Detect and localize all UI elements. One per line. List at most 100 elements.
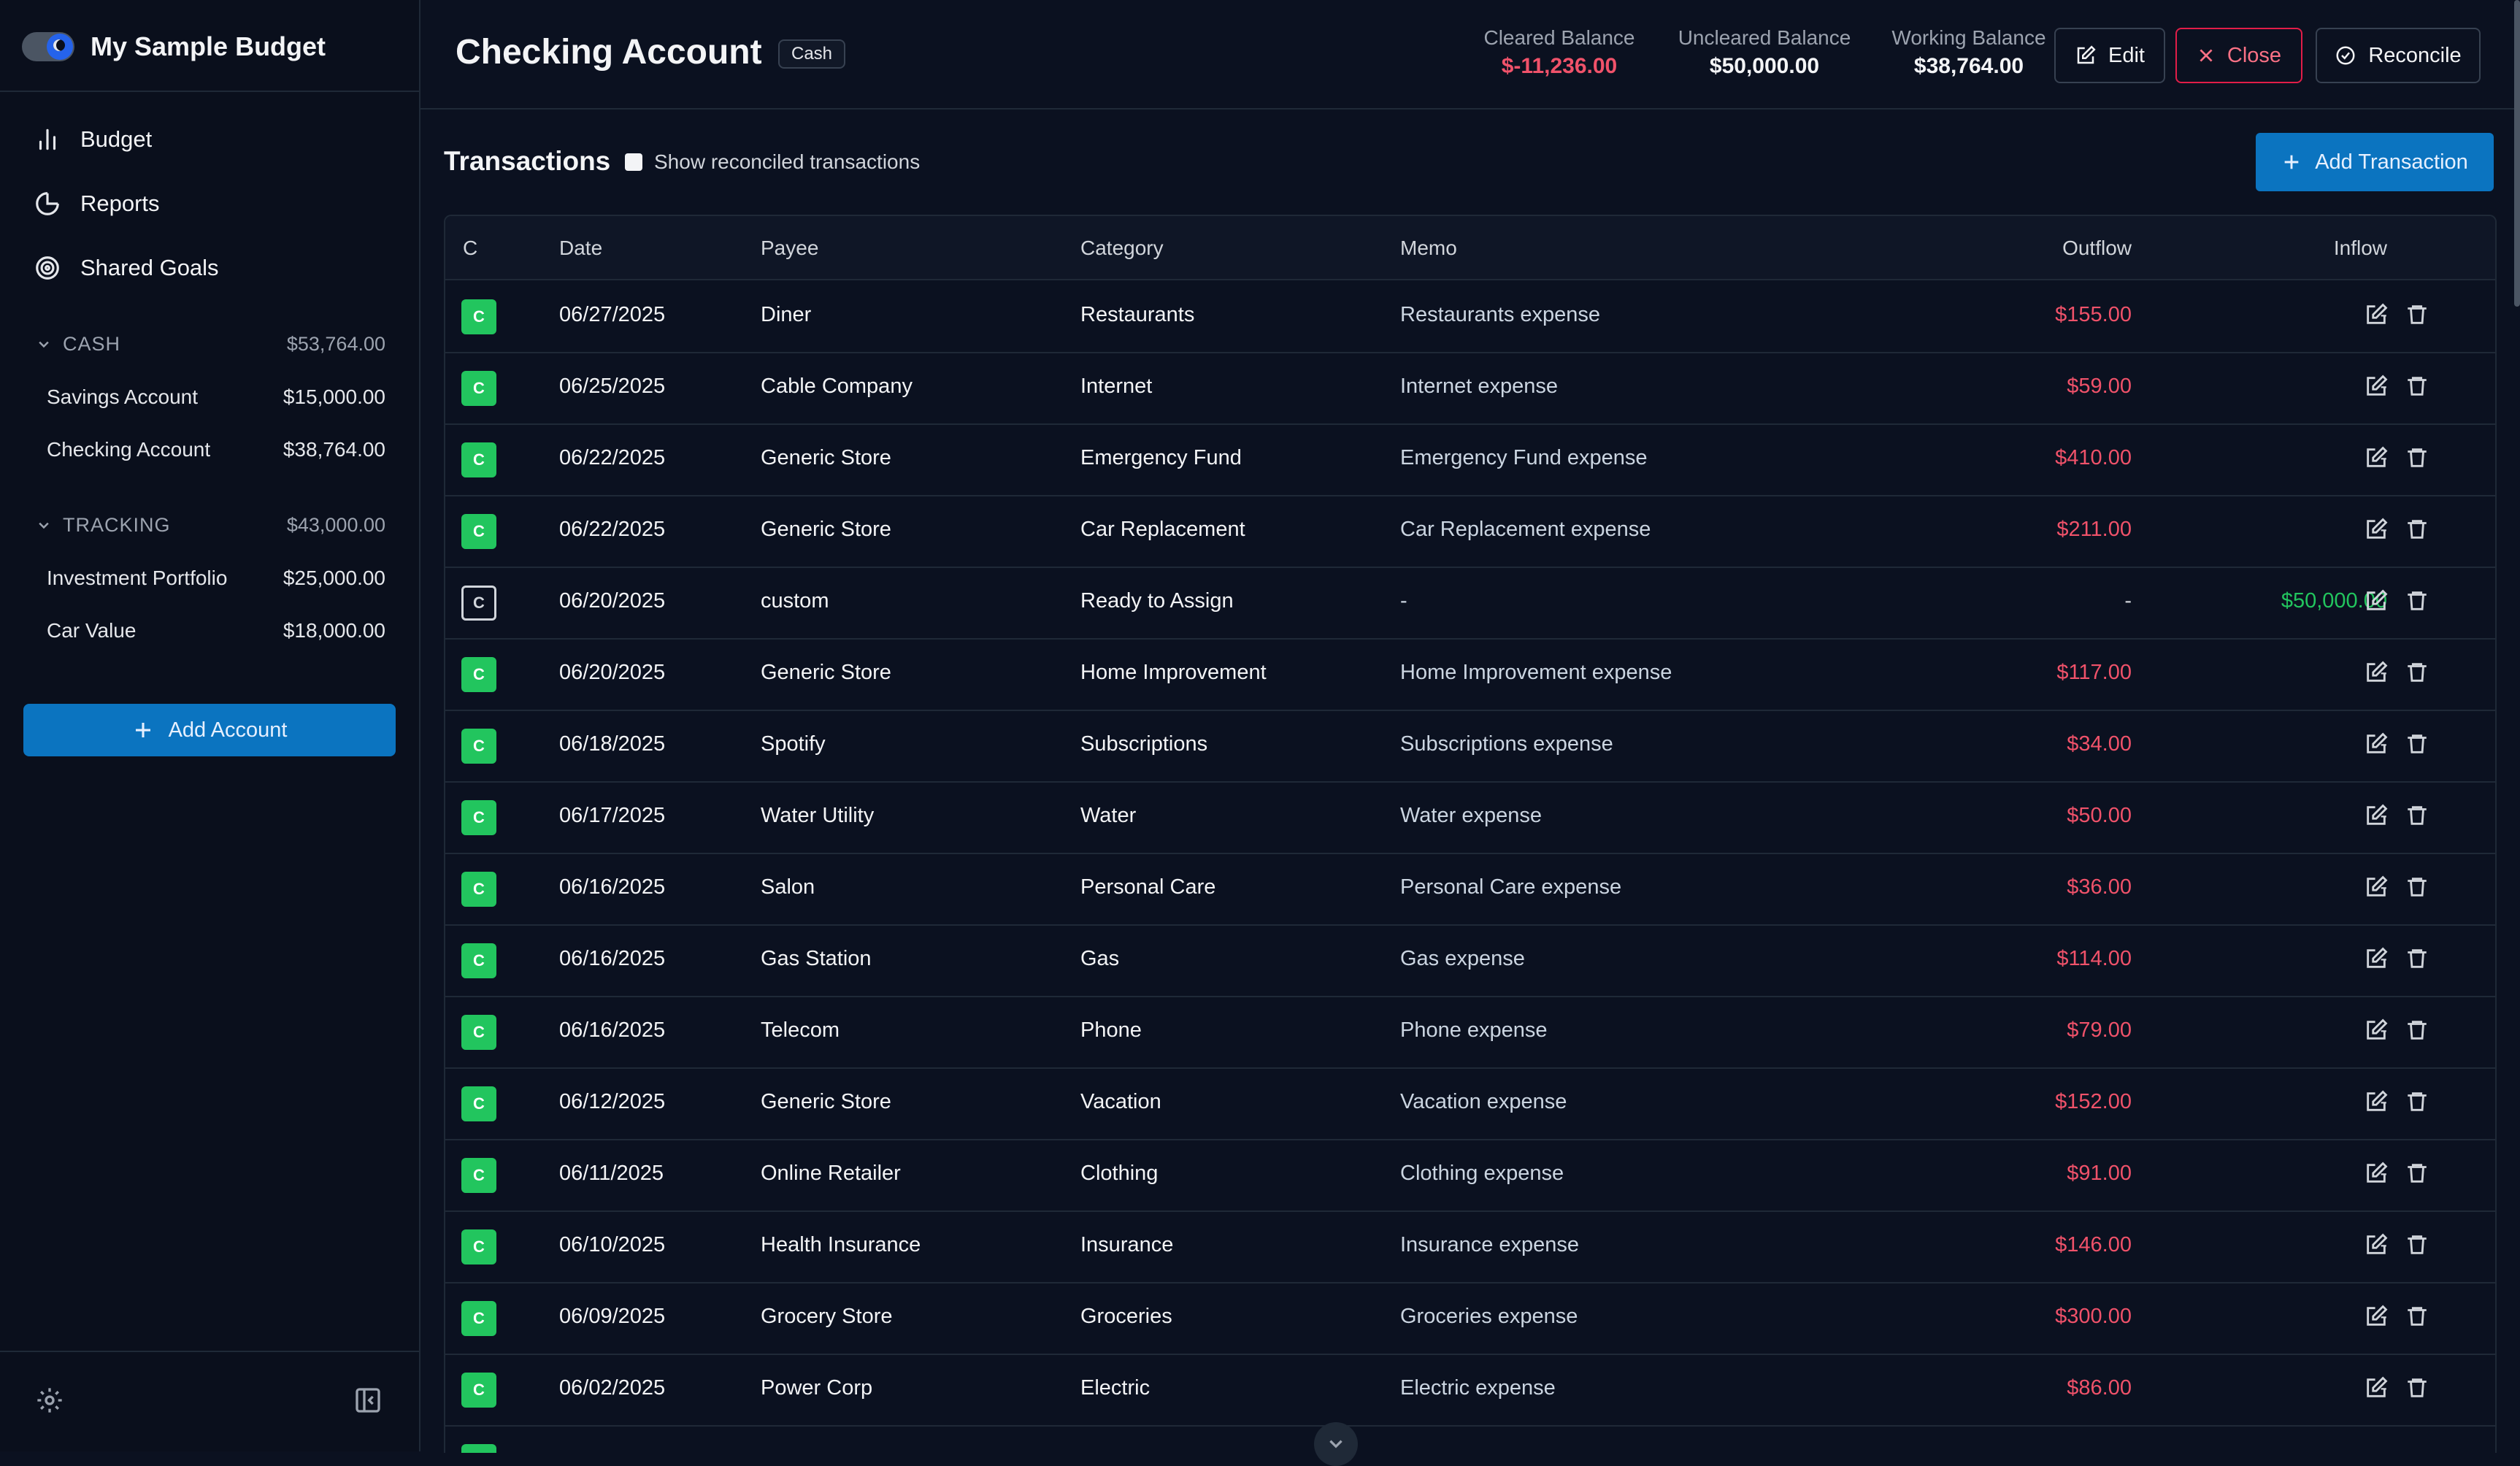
outflow-cell[interactable]: $86.00 xyxy=(1913,1376,2132,1400)
outflow-cell[interactable]: $410.00 xyxy=(1913,446,2132,470)
table-row[interactable]: C 06/22/2025 Generic Store Car Replacement C… xyxy=(445,495,2495,568)
cleared-toggle[interactable] xyxy=(461,1444,496,1453)
trash-icon[interactable] xyxy=(2405,517,2429,542)
trash-icon[interactable] xyxy=(2405,946,2429,971)
memo-cell[interactable]: Home Improvement expense xyxy=(1400,661,1672,685)
account-savings[interactable]: Savings Account $15,000.00 xyxy=(47,385,385,409)
trash-icon[interactable] xyxy=(2405,1089,2429,1114)
inflow-cell[interactable]: - xyxy=(2168,303,2387,327)
memo-cell[interactable]: Subscriptions expense xyxy=(1400,732,1613,756)
payee-cell[interactable]: custom xyxy=(761,589,829,613)
payee-cell[interactable]: Generic Store xyxy=(761,518,891,542)
account-car-value[interactable]: Car Value $18,000.00 xyxy=(47,619,385,642)
trash-icon[interactable] xyxy=(2405,374,2429,399)
date-cell[interactable]: 06/10/2025 xyxy=(559,1233,665,1257)
cleared-toggle[interactable]: C xyxy=(461,800,496,835)
edit-icon[interactable] xyxy=(2364,875,2389,899)
inflow-cell[interactable]: - xyxy=(2168,446,2387,470)
inflow-cell[interactable]: - xyxy=(2168,661,2387,685)
category-cell[interactable]: Subscriptions xyxy=(1080,732,1207,756)
payee-cell[interactable]: Power Corp xyxy=(761,1376,872,1400)
memo-cell[interactable]: Gas expense xyxy=(1400,947,1525,971)
cleared-toggle[interactable]: C xyxy=(461,943,496,978)
inflow-cell[interactable]: $50,000.00 xyxy=(2168,589,2387,613)
inflow-cell[interactable]: - xyxy=(2168,732,2387,756)
cleared-toggle[interactable]: C xyxy=(461,442,496,477)
memo-cell[interactable]: Internet expense xyxy=(1400,375,1558,399)
memo-cell[interactable]: Clothing expense xyxy=(1400,1162,1564,1186)
outflow-cell[interactable]: - xyxy=(1913,589,2132,613)
table-row[interactable]: C 06/10/2025 Health Insurance Insurance Insu… xyxy=(445,1210,2495,1283)
outflow-cell[interactable]: $34.00 xyxy=(1913,732,2132,756)
date-cell[interactable]: 06/22/2025 xyxy=(559,518,665,542)
outflow-cell[interactable]: $50.00 xyxy=(1913,804,2132,828)
edit-icon[interactable] xyxy=(2364,946,2389,971)
cleared-toggle[interactable]: C xyxy=(461,1373,496,1408)
trash-icon[interactable] xyxy=(2405,1232,2429,1257)
memo-cell[interactable]: Groceries expense xyxy=(1400,1305,1578,1329)
column-header-payee[interactable]: Payee xyxy=(761,237,818,260)
outflow-cell[interactable]: $300.00 xyxy=(1913,1305,2132,1329)
payee-cell[interactable]: Generic Store xyxy=(761,1090,891,1114)
column-header-outflow[interactable]: Outflow xyxy=(1913,237,2132,260)
edit-icon[interactable] xyxy=(2364,732,2389,756)
trash-icon[interactable] xyxy=(2405,803,2429,828)
edit-icon[interactable] xyxy=(2364,588,2389,613)
nav-item-shared-goals[interactable]: Shared Goals xyxy=(34,242,219,293)
inflow-cell[interactable]: - xyxy=(2168,1233,2387,1257)
table-row[interactable]: C 06/18/2025 Spotify Subscriptions Subscript… xyxy=(445,710,2495,783)
outflow-cell[interactable]: $36.00 xyxy=(1913,875,2132,899)
edit-icon[interactable] xyxy=(2364,302,2389,327)
inflow-cell[interactable]: - xyxy=(2168,518,2387,542)
nav-item-reports[interactable]: Reports xyxy=(34,178,160,229)
date-cell[interactable]: 06/09/2025 xyxy=(559,1305,665,1329)
gear-icon[interactable] xyxy=(35,1386,64,1415)
date-cell[interactable]: 06/16/2025 xyxy=(559,875,665,899)
cleared-toggle[interactable]: C xyxy=(461,299,496,334)
category-cell[interactable]: Home Improvement xyxy=(1080,661,1267,685)
category-cell[interactable]: Groceries xyxy=(1080,1305,1172,1329)
cleared-toggle[interactable]: C xyxy=(461,872,496,907)
table-row[interactable]: C 06/27/2025 Diner Restaurants Restaurants e… xyxy=(445,280,2495,353)
memo-cell[interactable]: Vacation expense xyxy=(1400,1090,1567,1114)
category-cell[interactable]: Gas xyxy=(1080,947,1119,971)
payee-cell[interactable]: Grocery Store xyxy=(761,1305,893,1329)
scroll-down-button[interactable] xyxy=(1314,1422,1358,1466)
category-cell[interactable]: Ready to Assign xyxy=(1080,589,1234,613)
category-cell[interactable]: Insurance xyxy=(1080,1233,1173,1257)
date-cell[interactable]: 06/20/2025 xyxy=(559,589,665,613)
inflow-cell[interactable]: - xyxy=(2168,1376,2387,1400)
edit-icon[interactable] xyxy=(2364,517,2389,542)
trash-icon[interactable] xyxy=(2405,660,2429,685)
column-header-cleared[interactable]: C xyxy=(463,237,477,260)
category-cell[interactable]: Vacation xyxy=(1080,1090,1161,1114)
memo-cell[interactable]: Restaurants expense xyxy=(1400,303,1600,327)
outflow-cell[interactable]: $59.00 xyxy=(1913,375,2132,399)
trash-icon[interactable] xyxy=(2405,875,2429,899)
payee-cell[interactable]: Health Insurance xyxy=(761,1233,921,1257)
table-row[interactable]: C 06/16/2025 Telecom Phone Phone expense $79.… xyxy=(445,996,2495,1069)
category-cell[interactable]: Internet xyxy=(1080,375,1152,399)
memo-cell[interactable]: Electric expense xyxy=(1400,1376,1556,1400)
edit-icon[interactable] xyxy=(2364,1232,2389,1257)
account-checking[interactable]: Checking Account $38,764.00 xyxy=(47,438,385,461)
memo-cell[interactable]: Car Replacement expense xyxy=(1400,518,1651,542)
date-cell[interactable]: 06/22/2025 xyxy=(559,446,665,470)
payee-cell[interactable]: Diner xyxy=(761,303,811,327)
payee-cell[interactable]: Salon xyxy=(761,875,815,899)
date-cell[interactable]: 06/12/2025 xyxy=(559,1090,665,1114)
budget-switcher[interactable]: My Sample Budget xyxy=(22,25,326,69)
table-row[interactable]: C 06/16/2025 Gas Station Gas Gas expense $114… xyxy=(445,924,2495,997)
date-cell[interactable]: 06/17/2025 xyxy=(559,804,665,828)
add-transaction-button[interactable]: Add Transaction xyxy=(2256,133,2494,191)
date-cell[interactable]: 06/02/2025 xyxy=(559,1376,665,1400)
payee-cell[interactable]: Generic Store xyxy=(761,661,891,685)
inflow-cell[interactable]: - xyxy=(2168,1162,2387,1186)
trash-icon[interactable] xyxy=(2405,588,2429,613)
date-cell[interactable]: 06/11/2025 xyxy=(559,1162,664,1186)
trash-icon[interactable] xyxy=(2405,445,2429,470)
inflow-cell[interactable]: - xyxy=(2168,875,2387,899)
account-investment-portfolio[interactable]: Investment Portfolio $25,000.00 xyxy=(47,567,385,590)
cleared-toggle[interactable]: C xyxy=(461,729,496,764)
category-cell[interactable]: Emergency Fund xyxy=(1080,446,1242,470)
